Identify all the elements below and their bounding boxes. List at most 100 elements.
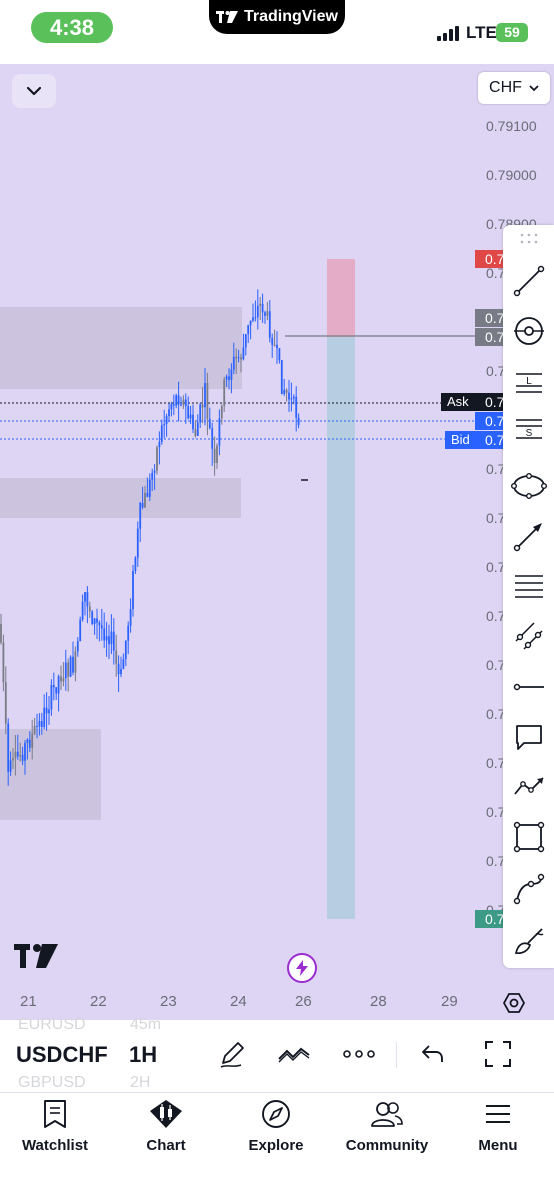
candle-body bbox=[264, 312, 266, 316]
candle-body bbox=[242, 347, 245, 360]
signal-icon bbox=[437, 26, 459, 41]
comment-tool[interactable] bbox=[503, 715, 554, 759]
next-symbol[interactable]: GBPUSD bbox=[18, 1074, 86, 1092]
interval-selector[interactable]: 1H bbox=[129, 1042, 157, 1068]
undo-button[interactable] bbox=[415, 1038, 451, 1070]
price-chart[interactable] bbox=[0, 64, 554, 1020]
candle-body bbox=[117, 663, 120, 675]
symbol-bar[interactable]: EURUSD 45m USDCHF 1H GBPUSD 2H bbox=[0, 1016, 554, 1092]
candle-body bbox=[33, 726, 36, 734]
candle-body bbox=[295, 396, 298, 418]
drawing-toolbar[interactable]: L S bbox=[503, 225, 554, 968]
candle-body bbox=[213, 448, 216, 463]
bottom-navigation[interactable]: Watchlist Chart Explore Community Menu bbox=[0, 1092, 554, 1200]
date-tick: 26 bbox=[295, 993, 312, 1010]
candle-body bbox=[67, 662, 70, 677]
candle-body bbox=[249, 320, 252, 326]
curve-tool[interactable] bbox=[503, 867, 554, 911]
candle-body bbox=[288, 392, 290, 400]
price-tick: 0.79000 bbox=[486, 167, 537, 183]
chart-zones bbox=[0, 259, 355, 919]
path-tool[interactable] bbox=[503, 765, 554, 809]
horizontal-ray-tool[interactable] bbox=[503, 665, 554, 709]
date-tick: 23 bbox=[160, 993, 177, 1010]
candle-body bbox=[187, 406, 190, 419]
candle-body bbox=[237, 357, 240, 359]
rectangle-tool[interactable] bbox=[503, 815, 554, 859]
candle-body bbox=[132, 571, 134, 610]
nav-community-label: Community bbox=[345, 1137, 429, 1154]
drawing-tools-button[interactable] bbox=[214, 1038, 250, 1070]
trend-line-tool[interactable] bbox=[503, 259, 554, 303]
date-tick: 28 bbox=[370, 993, 387, 1010]
long-position-tool[interactable]: L bbox=[503, 359, 554, 403]
candle-body bbox=[194, 429, 197, 436]
short-position-tool[interactable]: S bbox=[503, 409, 554, 453]
candle-body bbox=[204, 383, 206, 408]
ellipse-icon bbox=[510, 472, 547, 500]
more-button[interactable] bbox=[341, 1038, 377, 1070]
candle-body bbox=[69, 656, 72, 677]
candle-body bbox=[172, 404, 175, 406]
nav-community[interactable]: Community bbox=[340, 1093, 434, 1163]
candle-body bbox=[148, 479, 151, 497]
date-tick: 29 bbox=[441, 993, 458, 1010]
long-position-icon: L bbox=[515, 373, 542, 393]
candle-body bbox=[21, 754, 24, 761]
svg-text:L: L bbox=[526, 376, 532, 387]
nav-menu[interactable]: Menu bbox=[462, 1093, 534, 1163]
candle-body bbox=[31, 733, 34, 748]
candle-body bbox=[88, 606, 91, 612]
candle-body bbox=[232, 356, 235, 370]
flash-button[interactable] bbox=[287, 953, 317, 983]
nav-watchlist[interactable]: Watchlist bbox=[14, 1093, 96, 1163]
drag-handle-icon[interactable] bbox=[520, 233, 538, 245]
indicators-button[interactable] bbox=[276, 1038, 312, 1070]
ellipse-tool[interactable] bbox=[503, 464, 554, 508]
candle-body bbox=[4, 682, 7, 724]
more-icon bbox=[343, 1050, 375, 1058]
candle-body bbox=[115, 650, 118, 664]
nav-explore[interactable]: Explore bbox=[236, 1093, 316, 1163]
candle-body bbox=[127, 625, 130, 641]
arrow-icon bbox=[513, 523, 542, 552]
settings-icon[interactable] bbox=[503, 992, 525, 1014]
price-tick: 0.79100 bbox=[486, 118, 537, 134]
collapse-button[interactable] bbox=[12, 74, 56, 108]
candle-body bbox=[254, 317, 257, 319]
parallel-channel-tool[interactable] bbox=[503, 614, 554, 658]
candle-body bbox=[252, 317, 254, 321]
candle-body bbox=[192, 414, 194, 430]
nav-chart-label: Chart bbox=[146, 1137, 186, 1154]
chart-area[interactable]: CHF 0.79100 0.79000 0.78900 0.7 0.7 0.7 0.7 0.7… bbox=[0, 64, 554, 1020]
next-interval[interactable]: 2H bbox=[130, 1074, 150, 1092]
candle-body bbox=[141, 503, 144, 508]
short-position-icon: S bbox=[515, 419, 542, 439]
nav-chart[interactable]: Chart bbox=[126, 1093, 206, 1163]
battery-indicator: 59 bbox=[496, 23, 528, 42]
candle-body bbox=[244, 334, 247, 348]
previous-interval[interactable]: 45m bbox=[130, 1016, 161, 1034]
candle-body bbox=[175, 395, 178, 406]
undo-icon bbox=[422, 1045, 443, 1062]
candle-body bbox=[259, 303, 262, 306]
currency-select[interactable]: CHF bbox=[478, 72, 550, 104]
candle-body bbox=[168, 409, 170, 417]
candle-body bbox=[12, 758, 14, 761]
arrow-tool[interactable] bbox=[503, 514, 554, 558]
fullscreen-button[interactable] bbox=[480, 1038, 516, 1070]
horizontal-lines-tool[interactable] bbox=[503, 564, 554, 608]
candle-body bbox=[261, 303, 264, 313]
candle-body bbox=[103, 628, 106, 641]
brush-tool[interactable] bbox=[503, 919, 554, 963]
previous-symbol[interactable]: EURUSD bbox=[18, 1016, 86, 1034]
symbol-selector[interactable]: USDCHF bbox=[16, 1042, 108, 1068]
candle-body bbox=[43, 707, 46, 727]
candle-body bbox=[268, 311, 271, 338]
candle-body bbox=[273, 344, 276, 346]
rectangle-icon bbox=[513, 821, 544, 853]
horizontal-ray-icon bbox=[513, 683, 544, 691]
crosshair-tool[interactable] bbox=[503, 309, 554, 353]
parallel-channel-icon bbox=[514, 622, 543, 650]
candle-body bbox=[57, 676, 60, 694]
